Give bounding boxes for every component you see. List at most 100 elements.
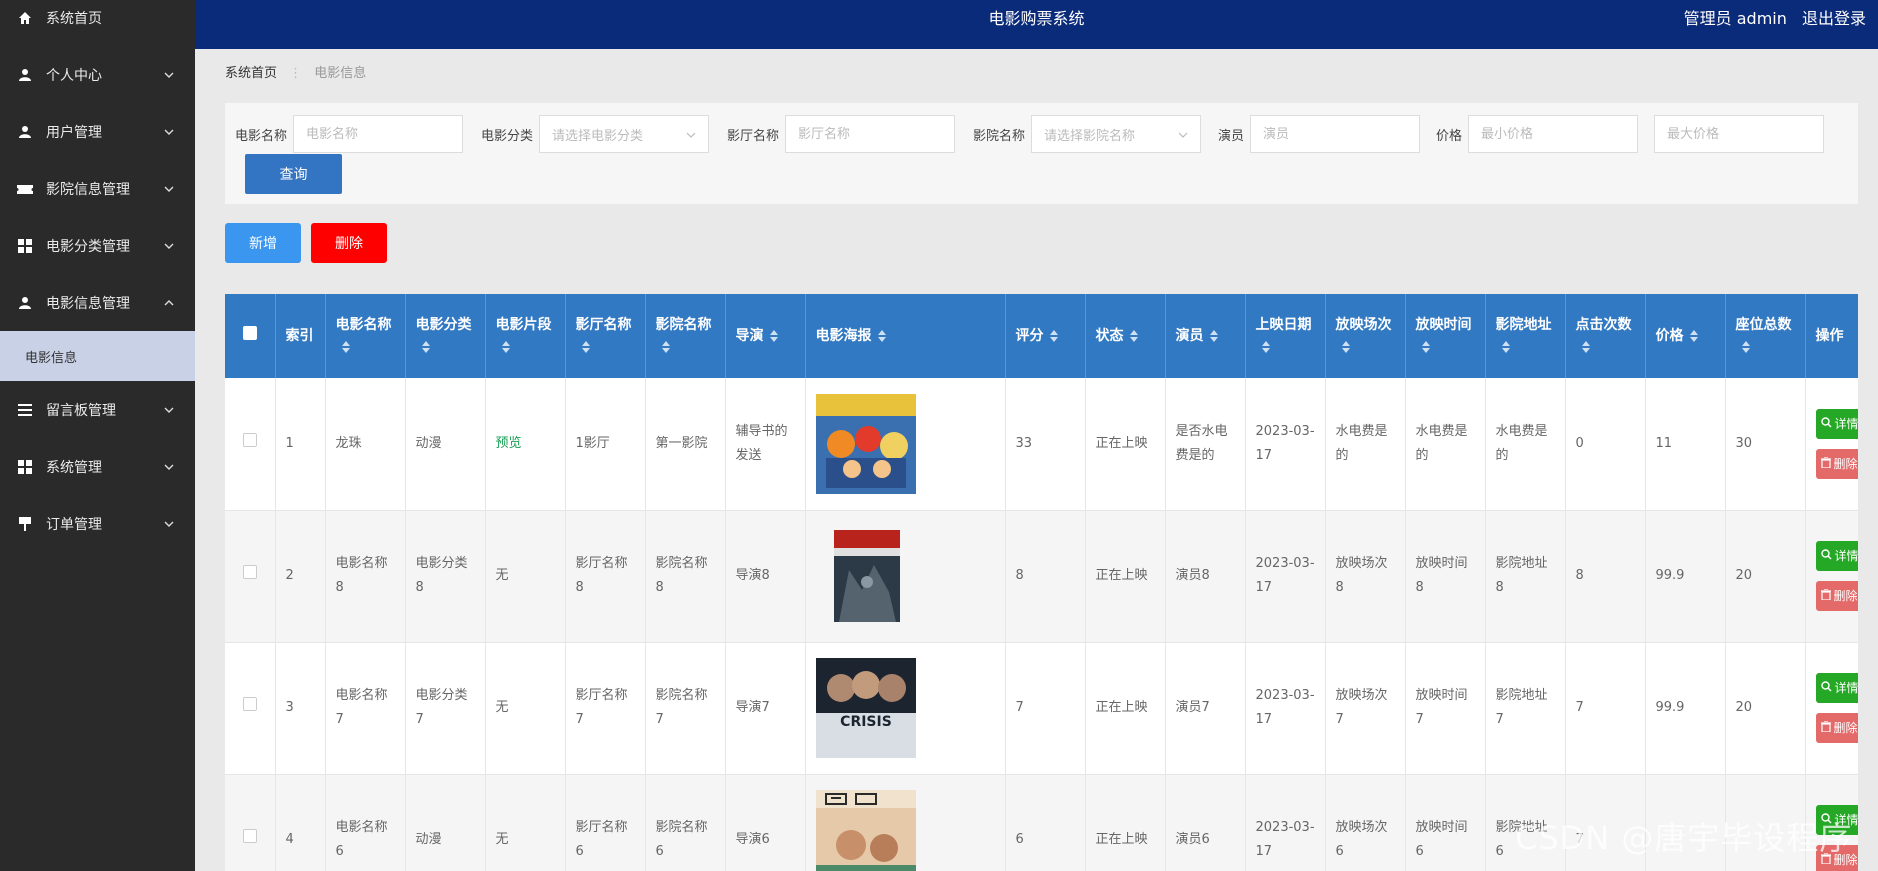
cell-poster [805,510,1006,643]
col-header-cinema[interactable]: 影院名称 [645,294,726,378]
col-header-actions: 操作 [1805,294,1858,378]
sort-icon [1689,330,1698,342]
home-icon [16,9,34,27]
sidebar-item-category[interactable]: 电影分类管理 [0,217,195,274]
cell-index: 1 [275,378,326,511]
sidebar-item-messages[interactable]: 留言板管理 [0,381,195,438]
cell-rating: 7 [1005,642,1086,775]
cell-time: 水电费是的 [1405,378,1486,511]
select-all-checkbox[interactable] [242,326,257,340]
cell-price: 99.9 [1645,510,1726,643]
chevron-down-icon [163,69,175,81]
detail-button[interactable]: 详情 [1815,673,1858,703]
row-checkbox[interactable] [242,829,257,843]
detail-button[interactable]: 详情 [1815,408,1858,439]
cell-address: 水电费是的 [1485,378,1566,511]
cell-category: 动漫 [405,774,486,871]
table-row: 2 电影名称8 电影分类8 无 影厅名称8 影院名称8 导演8 8 正在上映 演… [225,510,1858,643]
col-header-clip[interactable]: 电影片段 [485,294,566,378]
sort-icon [1341,341,1350,353]
sort-icon [769,330,778,342]
cinema-select[interactable]: 请选择影院名称 [1031,115,1202,153]
breadcrumb-separator: ⋮ [289,66,303,81]
col-header-actor[interactable]: 演员 [1165,294,1246,378]
actor-input[interactable] [1250,115,1421,153]
cell-actor: 演员8 [1165,510,1246,643]
row-checkbox[interactable] [242,432,257,447]
cell-clip: 无 [485,642,566,775]
sidebar-item-home[interactable]: 系统首页 [0,0,195,36]
col-header-status[interactable]: 状态 [1085,294,1166,378]
breadcrumb-home[interactable]: 系统首页 [225,66,277,81]
cell-clip: 无 [485,774,566,871]
sidebar-item-users[interactable]: 用户管理 [0,103,195,160]
add-button[interactable]: 新增 [225,223,301,263]
col-header-category[interactable]: 电影分类 [405,294,486,378]
remove-button[interactable]: 删除 [1815,713,1858,743]
col-header-address[interactable]: 影院地址 [1485,294,1566,378]
poster-image[interactable] [833,530,900,622]
query-button[interactable]: 查询 [245,154,342,194]
col-header-hall[interactable]: 影厅名称 [565,294,646,378]
category-select[interactable]: 请选择电影分类 [539,115,710,153]
cell-cinema: 影院名称6 [645,774,726,871]
cell-seats: 30 [1725,378,1806,511]
cell-status: 正在上映 [1085,510,1166,643]
col-header-seats[interactable]: 座位总数 [1725,294,1806,378]
row-checkbox[interactable] [242,565,257,579]
search-panel: 电影名称 电影分类 请选择电影分类 影厅名称 影院名称 请选择影院名称 演员 价… [225,103,1858,204]
row-checkbox[interactable] [242,697,257,711]
top-bar: 电影购票系统 管理员 admin 退出登录 [195,0,1878,49]
sidebar-item-personal[interactable]: 个人中心 [0,46,195,103]
sort-icon [1049,330,1058,342]
poster-image[interactable]: CRISIS [815,658,916,758]
svg-text:CRISIS: CRISIS [840,714,892,730]
cell-session: 放映场次8 [1325,510,1406,643]
remove-button[interactable]: 删除 [1815,448,1858,479]
sidebar-item-label: 影院信息管理 [46,181,130,198]
cell-seats: 20 [1725,510,1806,643]
movie-name-input[interactable] [293,115,464,153]
min-price-input[interactable] [1468,115,1639,153]
sidebar-item-system[interactable]: 系统管理 [0,438,195,495]
col-header-clicks[interactable]: 点击次数 [1565,294,1646,378]
cell-time: 放映时间7 [1405,642,1486,775]
chevron-up-icon [163,297,175,309]
max-price-input[interactable] [1654,115,1824,153]
col-header-director[interactable]: 导演 [725,294,806,378]
sidebar-subitem-movie-info[interactable]: 电影信息 [0,331,195,381]
cell-name: 龙珠 [325,378,406,511]
detail-button[interactable]: 详情 [1815,541,1858,571]
col-header-rating[interactable]: 评分 [1005,294,1086,378]
hall-input[interactable] [785,115,956,153]
sort-icon [1129,330,1138,342]
poster-image[interactable] [815,393,916,494]
col-header-session[interactable]: 放映场次 [1325,294,1406,378]
col-header-poster[interactable]: 电影海报 [805,294,1006,378]
cell-director: 导演7 [725,642,806,775]
cell-index: 4 [275,774,326,871]
sidebar-item-orders[interactable]: 订单管理 [0,495,195,552]
cell-clip-preview-link[interactable]: 预览 [485,378,566,511]
user-icon [16,294,34,312]
sidebar-item-cinema[interactable]: 影院信息管理 [0,160,195,217]
sidebar-item-label: 系统首页 [46,11,102,27]
table-row: 1 龙珠 动漫 预览 1影厅 第一影院 辅导书的发送 33 正在上映 是否水电费… [225,378,1858,511]
cell-date: 2023-03-17 [1245,774,1326,871]
cell-date: 2023-03-17 [1245,642,1326,775]
delete-button[interactable]: 删除 [311,223,387,263]
remove-button[interactable]: 删除 [1815,581,1858,611]
logout-link[interactable]: 退出登录 [1802,9,1866,28]
cell-rating: 6 [1005,774,1086,871]
col-header-name[interactable]: 电影名称 [325,294,406,378]
sidebar-item-label: 电影信息管理 [46,295,130,312]
col-header-time[interactable]: 放映时间 [1405,294,1486,378]
poster-image[interactable] [815,790,916,871]
col-header-price[interactable]: 价格 [1645,294,1726,378]
cell-cinema: 第一影院 [645,378,726,511]
col-header-date[interactable]: 上映日期 [1245,294,1326,378]
admin-user[interactable]: 管理员 admin [1684,9,1787,28]
sidebar-item-movie[interactable]: 电影信息管理 [0,274,195,331]
cell-cinema: 影院名称8 [645,510,726,643]
movie-name-label: 电影名称 [235,128,288,144]
